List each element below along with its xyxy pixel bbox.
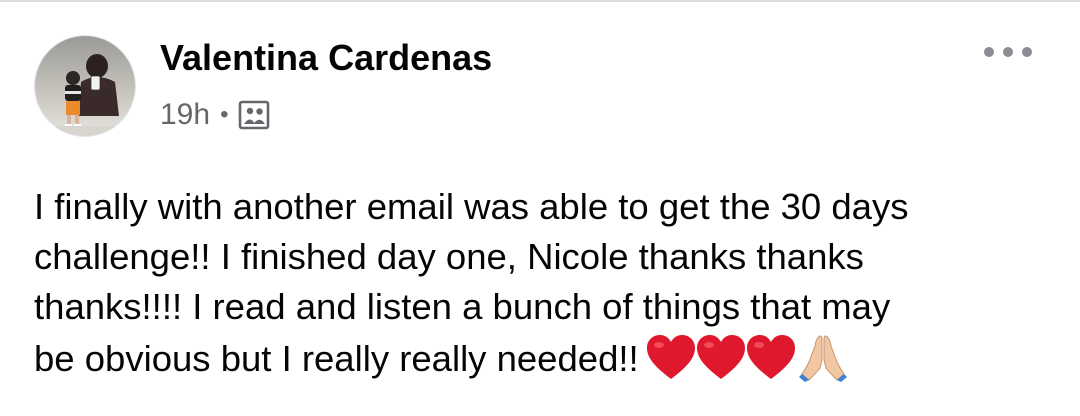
post-text-line: thanks!!!! I read and listen a bunch of … — [34, 286, 891, 327]
post-text: I finally with another email was able to… — [34, 182, 1064, 384]
folded-hands-icon — [798, 335, 847, 382]
top-divider — [0, 0, 1080, 2]
red-heart-icon — [696, 335, 745, 379]
red-heart-icon — [646, 335, 695, 379]
meta-separator: • — [220, 101, 229, 128]
author-name[interactable]: Valentina Cardenas — [160, 36, 492, 80]
post-text-line: be obvious but I really really needed!! — [34, 338, 639, 379]
red-heart-icon — [746, 335, 795, 379]
emoji-group — [645, 332, 847, 382]
author-avatar[interactable] — [34, 35, 136, 137]
more-options-button[interactable] — [984, 38, 1032, 66]
post-text-last-line: be obvious but I really really needed!! — [34, 332, 1064, 384]
more-horizontal-icon — [1022, 47, 1032, 57]
post-text-line: challenge!! I finished day one, Nicole t… — [34, 236, 864, 277]
more-horizontal-icon — [984, 47, 994, 57]
post-timestamp[interactable]: 19h — [160, 95, 210, 135]
post-meta: 19h • — [160, 95, 270, 135]
photo-gallery-icon — [238, 99, 270, 131]
post-text-line: I finally with another email was able to… — [34, 186, 909, 227]
more-horizontal-icon — [1003, 47, 1013, 57]
